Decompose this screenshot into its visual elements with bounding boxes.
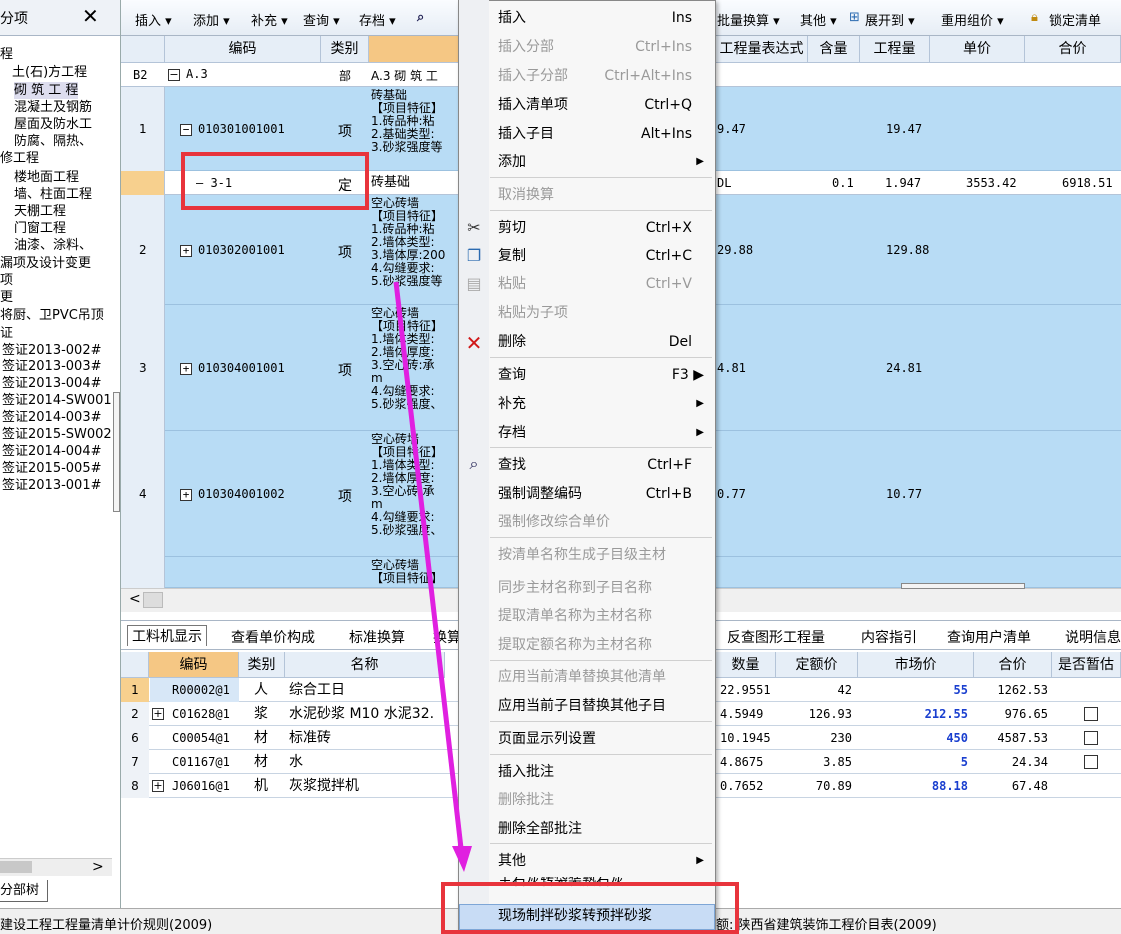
arrow-head bbox=[452, 846, 472, 872]
annotation-arrow bbox=[393, 281, 472, 872]
arrow-shaft bbox=[393, 281, 464, 849]
